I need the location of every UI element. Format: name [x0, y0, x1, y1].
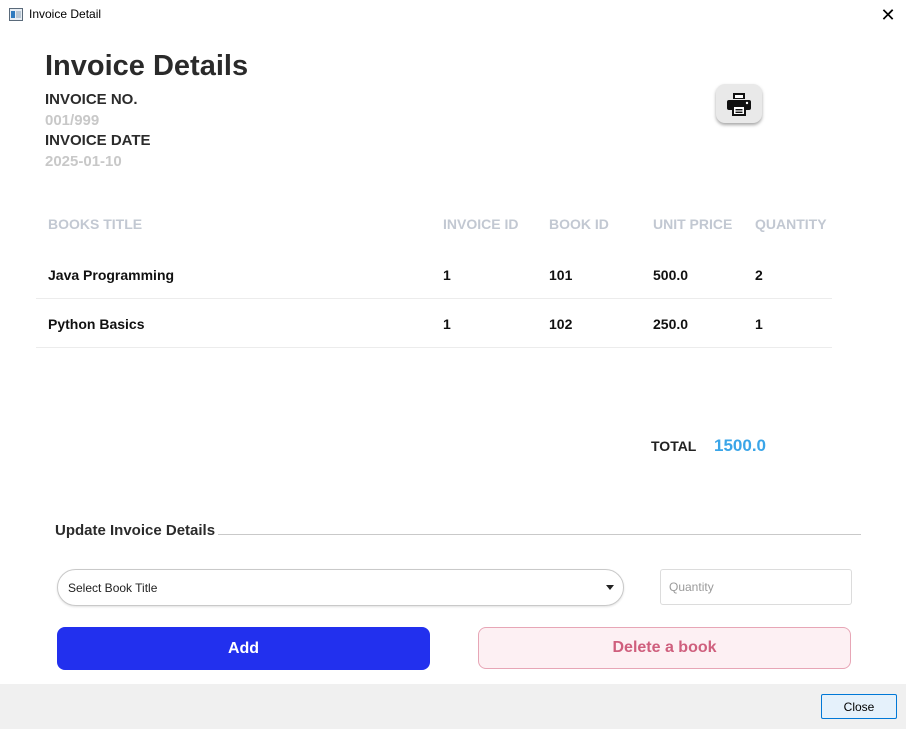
column-header-unit-price[interactable]: UNIT PRICE — [653, 216, 732, 232]
total-value: 1500.0 — [714, 436, 766, 455]
column-header-invoice-id[interactable]: INVOICE ID — [443, 216, 518, 232]
cell-book-id: 102 — [549, 316, 573, 332]
column-header-quantity[interactable]: QUANTITY — [755, 216, 827, 232]
add-button[interactable]: Add — [57, 627, 430, 670]
printer-icon — [727, 92, 751, 116]
book-title-select-value: Select Book Title — [68, 581, 158, 595]
cell-unit-price: 500.0 — [653, 267, 689, 283]
cell-quantity: 2 — [755, 267, 763, 283]
cell-unit-price: 250.0 — [653, 316, 689, 332]
total-label: TOTAL — [651, 438, 697, 454]
invoice-date-label: INVOICE DATE — [45, 132, 151, 149]
print-button[interactable] — [716, 84, 762, 123]
chevron-down-icon — [606, 585, 614, 590]
book-title-select[interactable]: Select Book Title — [57, 569, 624, 606]
title-bar: Invoice Detail ✕ — [0, 0, 906, 30]
app-icon — [9, 8, 23, 21]
table-row[interactable]: Java Programming 1 101 500.0 2 — [36, 251, 832, 299]
cell-invoice-id: 1 — [443, 316, 451, 332]
table-row[interactable]: Python Basics 1 102 250.0 1 — [36, 300, 832, 348]
window-title: Invoice Detail — [29, 7, 102, 21]
cell-book-title: Java Programming — [48, 267, 175, 283]
column-header-books-title[interactable]: BOOKS TITLE — [48, 216, 142, 232]
invoice-detail-window: Invoice Detail ✕ Invoice Details INVOICE… — [0, 0, 906, 729]
footer-bar — [0, 684, 906, 729]
delete-book-button[interactable]: Delete a book — [478, 627, 851, 669]
page-title: Invoice Details — [45, 50, 249, 82]
update-section-title: Update Invoice Details — [55, 522, 219, 539]
close-button[interactable]: Close — [821, 694, 897, 719]
column-header-book-id[interactable]: BOOK ID — [549, 216, 609, 232]
cell-quantity: 1 — [755, 316, 763, 332]
window-close-button[interactable]: ✕ — [876, 3, 900, 27]
cell-invoice-id: 1 — [443, 267, 451, 283]
invoice-no-label: INVOICE NO. — [45, 91, 138, 108]
cell-book-id: 101 — [549, 267, 573, 283]
invoice-date-value: 2025-01-10 — [45, 153, 122, 170]
invoice-no-value: 001/999 — [45, 112, 100, 129]
quantity-input[interactable] — [660, 569, 852, 605]
cell-book-title: Python Basics — [48, 316, 145, 332]
